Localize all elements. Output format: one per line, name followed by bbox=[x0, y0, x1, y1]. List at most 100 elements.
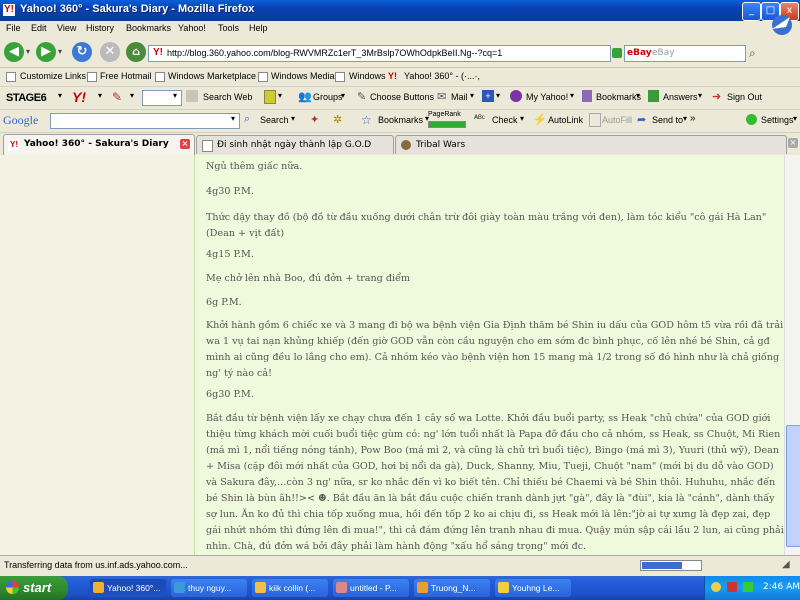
settings-button[interactable]: Settings bbox=[761, 115, 794, 125]
task-yahoo-360[interactable]: Yahoo! 360°... bbox=[90, 579, 166, 597]
highlight-icon[interactable] bbox=[264, 90, 276, 104]
back-arrow-icon[interactable]: ◀ bbox=[4, 42, 24, 62]
clock[interactable]: 2:46 AM bbox=[763, 582, 800, 592]
article-paragraph: Thức dậy thay đồ (bộ đồ từ đầu xuống dướ… bbox=[206, 212, 767, 239]
menu-file[interactable]: File bbox=[6, 23, 21, 33]
pencil-icon[interactable]: ✎ bbox=[112, 90, 122, 104]
google-toolbar: Google ▾ ⌕ Search ▾ ✦ ✲ ☆ Bookmarks ▾ Pa… bbox=[0, 110, 800, 133]
google-bookmarks-button[interactable]: Bookmarks bbox=[378, 115, 423, 125]
highlight-dropdown-icon[interactable]: ▾ bbox=[278, 91, 282, 100]
add-dropdown-icon[interactable]: ▾ bbox=[496, 91, 500, 100]
task-truong-n[interactable]: Truong_N... bbox=[414, 579, 490, 597]
windows-logo-icon bbox=[6, 581, 19, 594]
yahoo-dropdown-icon[interactable]: ▾ bbox=[98, 91, 102, 100]
overflow-icon[interactable]: » bbox=[690, 113, 696, 124]
menu-view[interactable]: View bbox=[57, 23, 76, 33]
tray-messenger-icon[interactable] bbox=[711, 582, 721, 592]
menu-bookmarks[interactable]: Bookmarks bbox=[126, 23, 171, 33]
minimize-button[interactable]: _ bbox=[742, 2, 761, 21]
home-icon[interactable]: ⌂ bbox=[126, 42, 146, 62]
google-search-input[interactable] bbox=[50, 113, 240, 129]
close-tab-icon[interactable]: × bbox=[788, 138, 798, 148]
google-search-button-dropdown-icon[interactable]: ▾ bbox=[291, 114, 295, 123]
scrollbar-thumb[interactable] bbox=[786, 425, 800, 547]
check-dropdown-icon[interactable]: ▾ bbox=[520, 114, 524, 123]
send-to-dropdown-icon[interactable]: ▾ bbox=[683, 114, 687, 123]
groups-button[interactable]: Groups bbox=[313, 92, 343, 102]
google-tools-icon[interactable]: ✦ bbox=[310, 113, 319, 126]
menu-history[interactable]: History bbox=[86, 23, 114, 33]
bookmark-page-icon bbox=[87, 72, 97, 82]
choose-buttons-button[interactable]: Choose Buttons bbox=[370, 92, 434, 102]
mail-button[interactable]: Mail bbox=[451, 92, 468, 102]
task-kiik-collin[interactable]: kiik collin (... bbox=[252, 579, 328, 597]
answers-button[interactable]: Answers bbox=[663, 92, 698, 102]
title-bar: Y! Yahoo! 360° - Sakura's Diary - Mozill… bbox=[0, 0, 800, 21]
search-field[interactable]: eBay eBay bbox=[624, 45, 746, 62]
go-icon[interactable] bbox=[612, 48, 622, 58]
stage6-logo[interactable]: STAGE6 bbox=[6, 92, 47, 104]
search-magnifier-icon[interactable]: ⌕ bbox=[749, 46, 756, 61]
pagerank-bar bbox=[428, 121, 466, 128]
google-tools2-icon[interactable]: ✲ bbox=[333, 113, 342, 126]
sign-out-button[interactable]: Sign Out bbox=[727, 92, 762, 102]
bookmarks-dropdown-icon[interactable]: ▾ bbox=[636, 91, 640, 100]
google-logo[interactable]: Google bbox=[3, 113, 38, 128]
groups-dropdown-icon[interactable]: ▾ bbox=[341, 91, 345, 100]
menu-bar: File Edit View History Bookmarks Yahoo! … bbox=[0, 15, 800, 37]
add-icon[interactable]: + bbox=[482, 90, 494, 102]
firefox-throbber-icon bbox=[760, 5, 800, 37]
search-web-button[interactable]: Search Web bbox=[203, 92, 252, 102]
check-button[interactable]: Check bbox=[492, 115, 518, 125]
tray-network-icon[interactable] bbox=[743, 582, 753, 592]
settings-dropdown-icon[interactable]: ▾ bbox=[793, 114, 797, 123]
tab-label: Tribal Wars bbox=[416, 140, 466, 150]
tray-antivirus-icon[interactable] bbox=[727, 582, 737, 592]
autofill-button[interactable]: AutoFill bbox=[602, 115, 632, 125]
answers-dropdown-icon[interactable]: ▾ bbox=[698, 91, 702, 100]
bookmark-windows-marketplace[interactable]: Windows Marketplace bbox=[168, 71, 256, 81]
my-yahoo-dropdown-icon[interactable]: ▾ bbox=[570, 91, 574, 100]
google-search-icon: ⌕ bbox=[244, 113, 251, 125]
bookmark-free-hotmail[interactable]: Free Hotmail bbox=[100, 71, 152, 81]
ebay-engine-icon[interactable]: eBay bbox=[627, 48, 652, 58]
forward-dropdown-icon[interactable]: ▾ bbox=[58, 47, 62, 56]
menu-tools[interactable]: Tools bbox=[218, 23, 239, 33]
mail-dropdown-icon[interactable]: ▾ bbox=[470, 91, 474, 100]
tab-sinh-nhat-god[interactable]: Đi sinh nhật ngày thành lập G.O.D bbox=[196, 135, 394, 154]
my-yahoo-button[interactable]: My Yahoo! bbox=[526, 92, 568, 102]
stop-icon[interactable]: ✕ bbox=[100, 42, 120, 62]
stage6-dropdown-icon[interactable]: ▾ bbox=[58, 91, 62, 100]
task-untitled-paint[interactable]: untitled - P... bbox=[333, 579, 409, 597]
bookmark-windows-media[interactable]: Windows Media bbox=[271, 71, 335, 81]
url-field[interactable]: Y! http://blog.360.yahoo.com/blog-RWVMRZ… bbox=[148, 45, 611, 62]
google-search-button[interactable]: Search bbox=[260, 115, 289, 125]
task-thuy-nguy[interactable]: thuy nguy... bbox=[171, 579, 247, 597]
yahoo-bookmarks-button[interactable]: Bookmarks bbox=[596, 92, 641, 102]
task-youhng-le[interactable]: Youhng Le... bbox=[495, 579, 571, 597]
google-search-dropdown-icon[interactable]: ▾ bbox=[231, 114, 235, 123]
vertical-scrollbar[interactable] bbox=[784, 155, 800, 555]
reload-icon[interactable]: ↻ bbox=[72, 42, 92, 62]
yahoo-tab-icon: Y! bbox=[8, 139, 20, 151]
autolink-button[interactable]: AutoLink bbox=[548, 115, 583, 125]
tab-tribal-wars[interactable]: Tribal Wars bbox=[395, 135, 787, 154]
bookmark-windows[interactable]: Windows bbox=[349, 71, 386, 81]
send-to-button[interactable]: Send to bbox=[652, 115, 683, 125]
tab-close-icon[interactable]: × bbox=[180, 139, 190, 149]
resize-grip-icon[interactable]: ◢ bbox=[782, 559, 790, 570]
menu-edit[interactable]: Edit bbox=[31, 23, 47, 33]
back-dropdown-icon[interactable]: ▾ bbox=[26, 47, 30, 56]
forward-arrow-icon[interactable]: ▶ bbox=[36, 42, 56, 62]
bookmark-yahoo-360[interactable]: Yahoo! 360° - (·...·, bbox=[404, 71, 480, 81]
tab-sakuras-diary[interactable]: Y! Yahoo! 360° - Sakura's Diary × bbox=[3, 134, 195, 155]
start-button[interactable]: start bbox=[0, 576, 68, 600]
search-input-dropdown-icon[interactable]: ▾ bbox=[173, 91, 177, 100]
menu-yahoo[interactable]: Yahoo! bbox=[178, 23, 206, 33]
yahoo-logo[interactable]: Y! bbox=[72, 89, 86, 105]
menu-help[interactable]: Help bbox=[249, 23, 268, 33]
bookmark-customize-links[interactable]: Customize Links bbox=[20, 71, 86, 81]
task-label: thuy nguy... bbox=[188, 583, 232, 593]
pencil-dropdown-icon[interactable]: ▾ bbox=[130, 91, 134, 100]
task-label: Yahoo! 360°... bbox=[107, 583, 161, 593]
